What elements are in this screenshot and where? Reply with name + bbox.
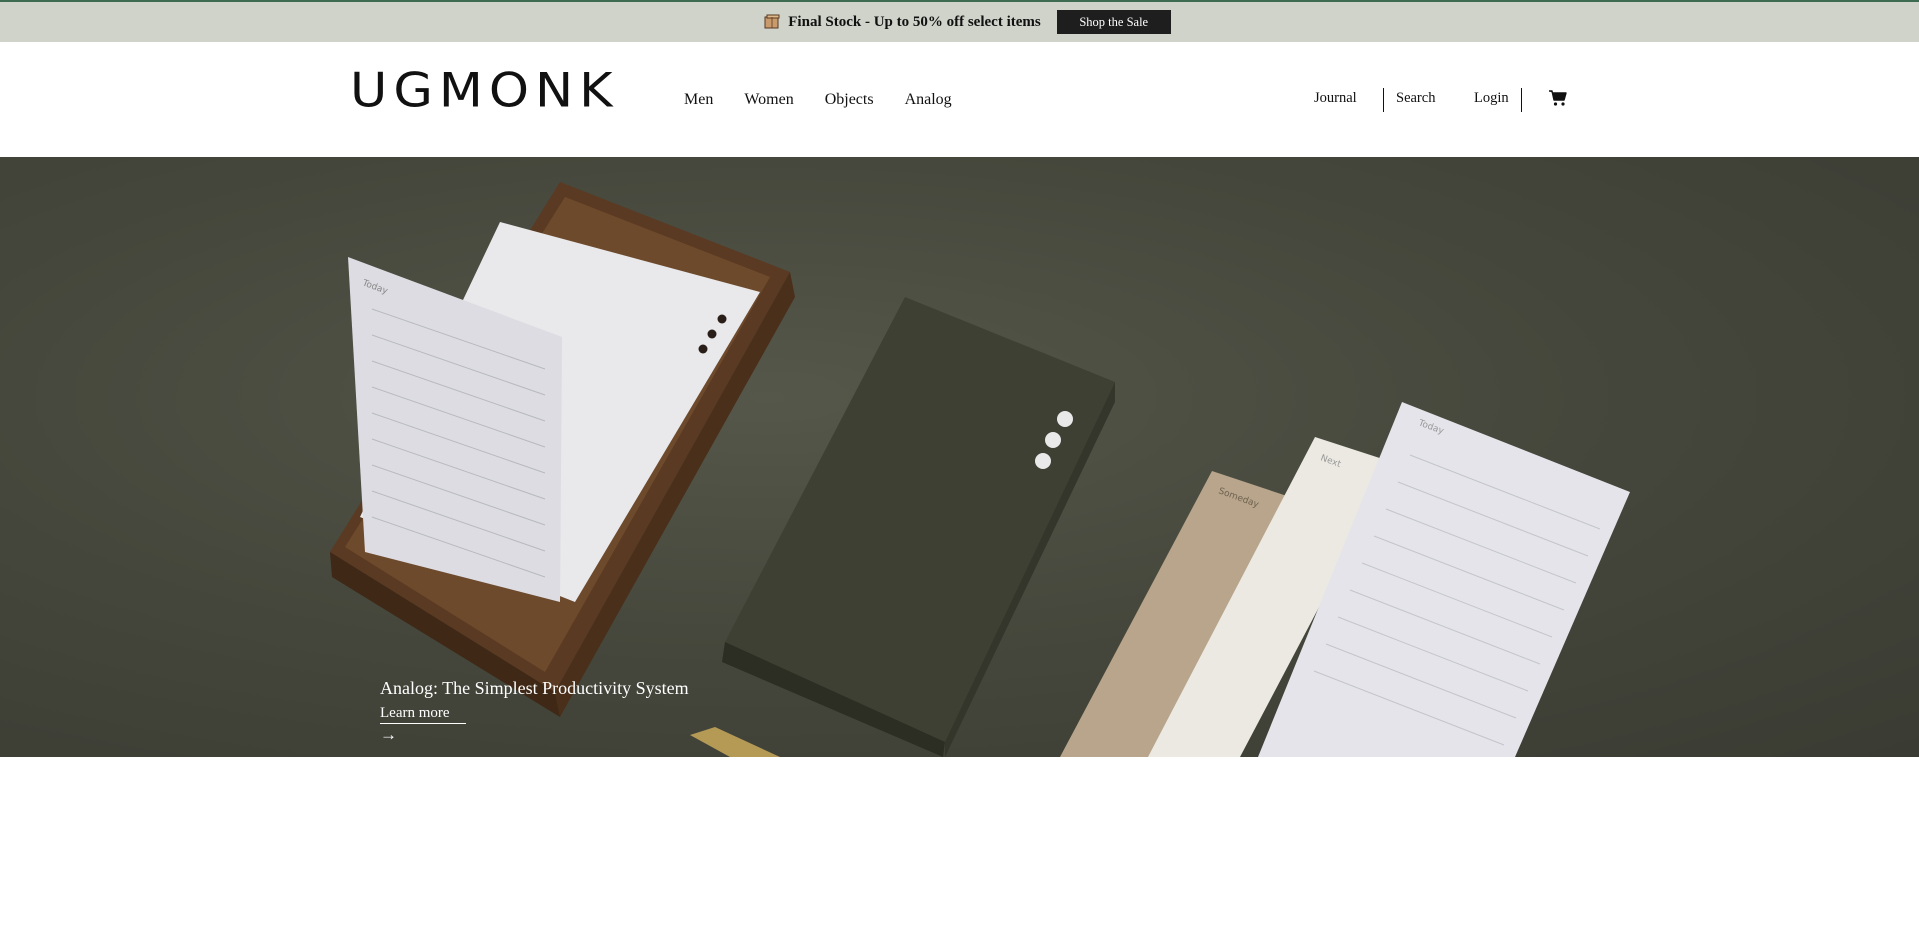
hero-title: Analog: The Simplest Productivity System: [380, 678, 689, 698]
search-link[interactable]: Search: [1396, 90, 1435, 107]
brass-pen: [690, 727, 780, 757]
divider: [1383, 88, 1384, 112]
site-header: UGMONK Men Women Objects Analog Journal …: [0, 42, 1919, 157]
announcement-bar: Final Stock - Up to 50% off select items…: [0, 0, 1919, 42]
announcement-text: Final Stock - Up to 50% off select items: [788, 13, 1041, 30]
hero-caption: Analog: The Simplest Productivity System…: [380, 678, 689, 743]
announcement-content: Final Stock - Up to 50% off select items…: [764, 10, 1171, 34]
hero-product-image: Today Someday Next Today: [330, 182, 1630, 757]
cart-icon[interactable]: [1548, 88, 1568, 108]
arrow-right-icon[interactable]: →: [380, 726, 689, 743]
storage-box: [722, 297, 1115, 757]
divider: [1521, 88, 1522, 112]
nav-item-analog[interactable]: Analog: [905, 91, 952, 109]
learn-more-link[interactable]: Learn more: [380, 705, 466, 724]
nav-item-women[interactable]: Women: [744, 91, 793, 109]
nav-item-men[interactable]: Men: [684, 91, 713, 109]
hero-banner: Today Someday Next Today Analog: The Sim…: [0, 157, 1919, 757]
journal-link[interactable]: Journal: [1314, 90, 1357, 107]
nav-item-objects[interactable]: Objects: [825, 91, 874, 109]
login-link[interactable]: Login: [1474, 90, 1509, 107]
logo[interactable]: UGMONK: [350, 68, 619, 115]
box-icon: [764, 14, 780, 30]
shop-the-sale-button[interactable]: Shop the Sale: [1056, 10, 1171, 34]
main-nav: Men Women Objects Analog: [684, 91, 983, 109]
